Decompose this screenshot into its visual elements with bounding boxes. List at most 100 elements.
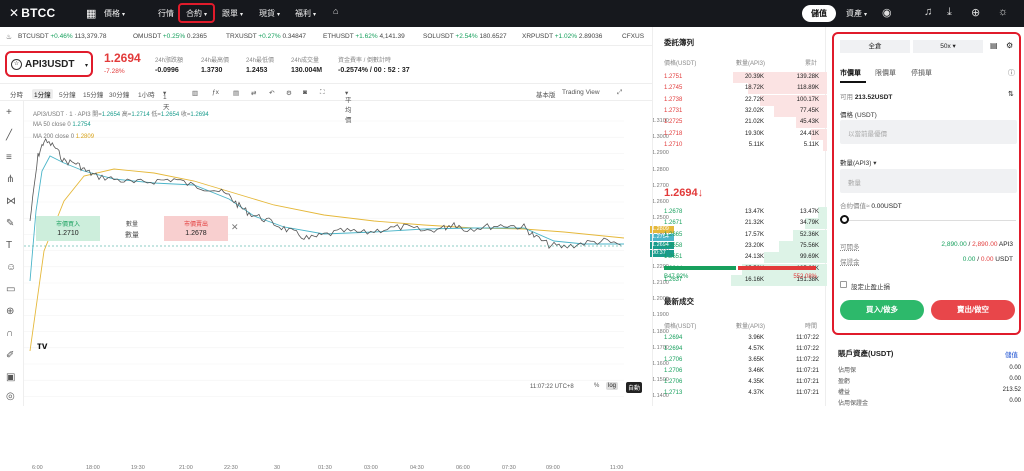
globe-icon[interactable]: ⊕ [971,6,980,19]
close-icon[interactable]: ✕ [231,222,239,233]
calculator-icon[interactable]: ▤ [990,41,998,50]
x-logo-icon: ✕ [9,6,20,20]
brush-icon[interactable]: ✎ [6,218,14,229]
interval-tab[interactable]: 1小時 [138,89,155,99]
camera-icon[interactable]: ◙ [303,89,307,96]
basic-view-tab[interactable]: 基本版 [536,89,556,99]
percent-toggle[interactable]: % [594,383,599,389]
x-tick: 01:30 [318,465,332,471]
indicator-icon[interactable]: ƒx [212,89,219,96]
user-icon[interactable]: ◉ [882,6,892,19]
log-toggle[interactable]: log [606,382,619,390]
bid-row[interactable]: 1.2665 17.57K 52.36K [653,229,827,241]
margin-mode-select[interactable]: 全倉 [840,40,910,53]
market-sell-button[interactable]: 市價賣出 1.2678 [164,216,228,241]
nav-item-rewards[interactable]: 福利 ▾ [295,8,316,19]
bid-row[interactable]: 1.2658 23.20K 75.56K [653,240,827,252]
compare-icon[interactable]: ⇄ [251,89,256,97]
info-icon[interactable]: ⓘ [1008,68,1015,78]
nav-item-spot[interactable]: 現貨 ▾ [259,8,280,19]
fork-icon[interactable]: ⋔ [6,174,14,185]
expand-icon[interactable]: ⤢ [617,89,622,97]
indicator-select[interactable]: 平均價 ▾ [345,89,352,124]
qty-input[interactable]: 數量 [840,169,1017,193]
nav-item-market[interactable]: 行情 [158,8,174,19]
last-price: 1.2694 [104,51,141,65]
ticker-item[interactable]: TRXUSDT +0.27% 0.34847 [226,33,306,40]
bell-icon[interactable]: ♫ [924,6,932,18]
mid-price: 1.2694↓ [664,187,704,199]
magnet-icon[interactable]: ∩ [6,328,13,339]
price-chart[interactable]: API3/USDT · 1 · API3 開=1.2654 高=1.2714 低… [24,101,674,471]
interval-tab[interactable]: 5分鐘 [59,89,76,99]
star-icon[interactable]: ☆ [11,59,22,70]
apps-grid-icon[interactable]: ▦ [86,7,96,20]
crosshair-icon[interactable]: + [6,107,12,118]
ask-row[interactable]: 1.2710 5.11K 5.11K [653,139,827,151]
nav-item-price[interactable]: 價格 ▾ [104,8,125,19]
theme-sun-icon[interactable]: ☼ [998,6,1008,18]
interval-tab[interactable]: 15分鐘 [83,89,103,99]
candle-type-icon[interactable]: ▥ [192,89,198,97]
layout-icon[interactable]: ▤ [233,89,239,97]
zoom-icon[interactable]: ⊕ [6,306,14,317]
bid-row[interactable]: 1.2651 24.13K 99.69K [653,252,827,264]
trendline-icon[interactable]: ╱ [6,130,12,141]
ask-row[interactable]: 1.2751 20.39K 139.28K [653,72,827,83]
interval-dropdown[interactable]: 1天 ▾ [163,89,170,111]
auto-toggle[interactable]: 自動 [626,382,643,393]
pattern-icon[interactable]: ⋈ [6,196,16,207]
eye-icon[interactable]: ◎ [6,391,15,402]
interval-tab-active[interactable]: 1分鐘 [32,89,53,99]
bid-row[interactable]: 1.2678 13.47K 13.47K [653,207,827,218]
deposit-button[interactable]: 儲值 [802,5,836,22]
quick-qty-field[interactable]: 數量 數量 [100,216,164,241]
tradingview-tab[interactable]: Trading View [562,89,600,96]
ask-row[interactable]: 1.2745 18.72K 118.89K [653,83,827,95]
buy-long-button[interactable]: 買入/做多 [840,300,924,320]
transfer-icon[interactable]: ⇅ [1008,90,1014,98]
ticker-item[interactable]: CFXUS [622,33,644,40]
btcc-logo[interactable]: ✕ BTCC [9,6,55,20]
ticker-item[interactable]: BTCUSDT +0.46% 113,379.78 [18,33,107,40]
ticker-item[interactable]: SOLUSDT +2.54% 180.6527 [423,33,507,40]
lock-icon[interactable]: ▣ [6,372,15,383]
price-input[interactable]: 以當前最優價 [840,120,1017,144]
nav-item-copytrade[interactable]: 跟單 ▾ [222,8,243,19]
ticker-item[interactable]: OMUSDT +0.25% 0.2365 [133,33,207,40]
emoji-icon[interactable]: ☺ [6,262,16,273]
settings-icon[interactable]: ⚙ [286,89,292,97]
assets-menu[interactable]: 資產 ▾ [846,8,867,19]
qty-slider-track[interactable] [844,220,1016,221]
ask-row[interactable]: 1.2731 32.02K 77.45K [653,105,827,117]
sell-ratio: 552.08% [793,274,817,280]
interval-tab[interactable]: 分時 [10,89,23,99]
pencil-lock-icon[interactable]: ✐ [6,350,14,361]
market-buy-button[interactable]: 市價買入 1.2710 [36,216,100,241]
ticker-item[interactable]: XRPUSDT +1.02% 2.89036 [522,33,602,40]
ask-row[interactable]: 1.2725 21.02K 45.43K [653,117,827,129]
tab-market[interactable]: 市價單 [840,68,861,78]
gift-icon[interactable]: ⌂ [333,6,338,16]
tab-stop[interactable]: 停損單 [911,68,932,78]
ticker-item[interactable]: ETHUSDT +1.62% 4,141.39 [323,33,405,40]
text-icon[interactable]: T [6,240,12,251]
fullscreen-icon[interactable]: ⛶ [320,89,325,97]
settings-icon[interactable]: ⚙ [1006,41,1013,50]
undo-icon[interactable]: ↶ [269,89,274,97]
leverage-select[interactable]: 50x ▾ [913,40,983,53]
pair-selector[interactable]: ☆ API3USDT ▾ [5,51,93,77]
download-icon[interactable]: ⤓ [947,6,952,19]
ask-row[interactable]: 1.2718 19.30K 24.41K [653,128,827,140]
ask-row[interactable]: 1.2738 22.72K 100.17K [653,94,827,106]
sell-short-button[interactable]: 賣出/做空 [931,300,1015,320]
bid-row[interactable]: 1.2671 21.32K 34.79K [653,218,827,230]
interval-tab[interactable]: 30分鐘 [109,89,129,99]
tpsl-checkbox[interactable] [840,281,847,288]
qty-slider-handle[interactable] [840,215,849,224]
hline-icon[interactable]: ≡ [6,152,12,163]
tab-limit[interactable]: 限價單 [875,68,896,78]
ruler-icon[interactable]: ▭ [6,284,15,295]
col-total: 累計 [804,61,817,67]
assets-deposit-link[interactable]: 儲值 [1005,349,1018,359]
